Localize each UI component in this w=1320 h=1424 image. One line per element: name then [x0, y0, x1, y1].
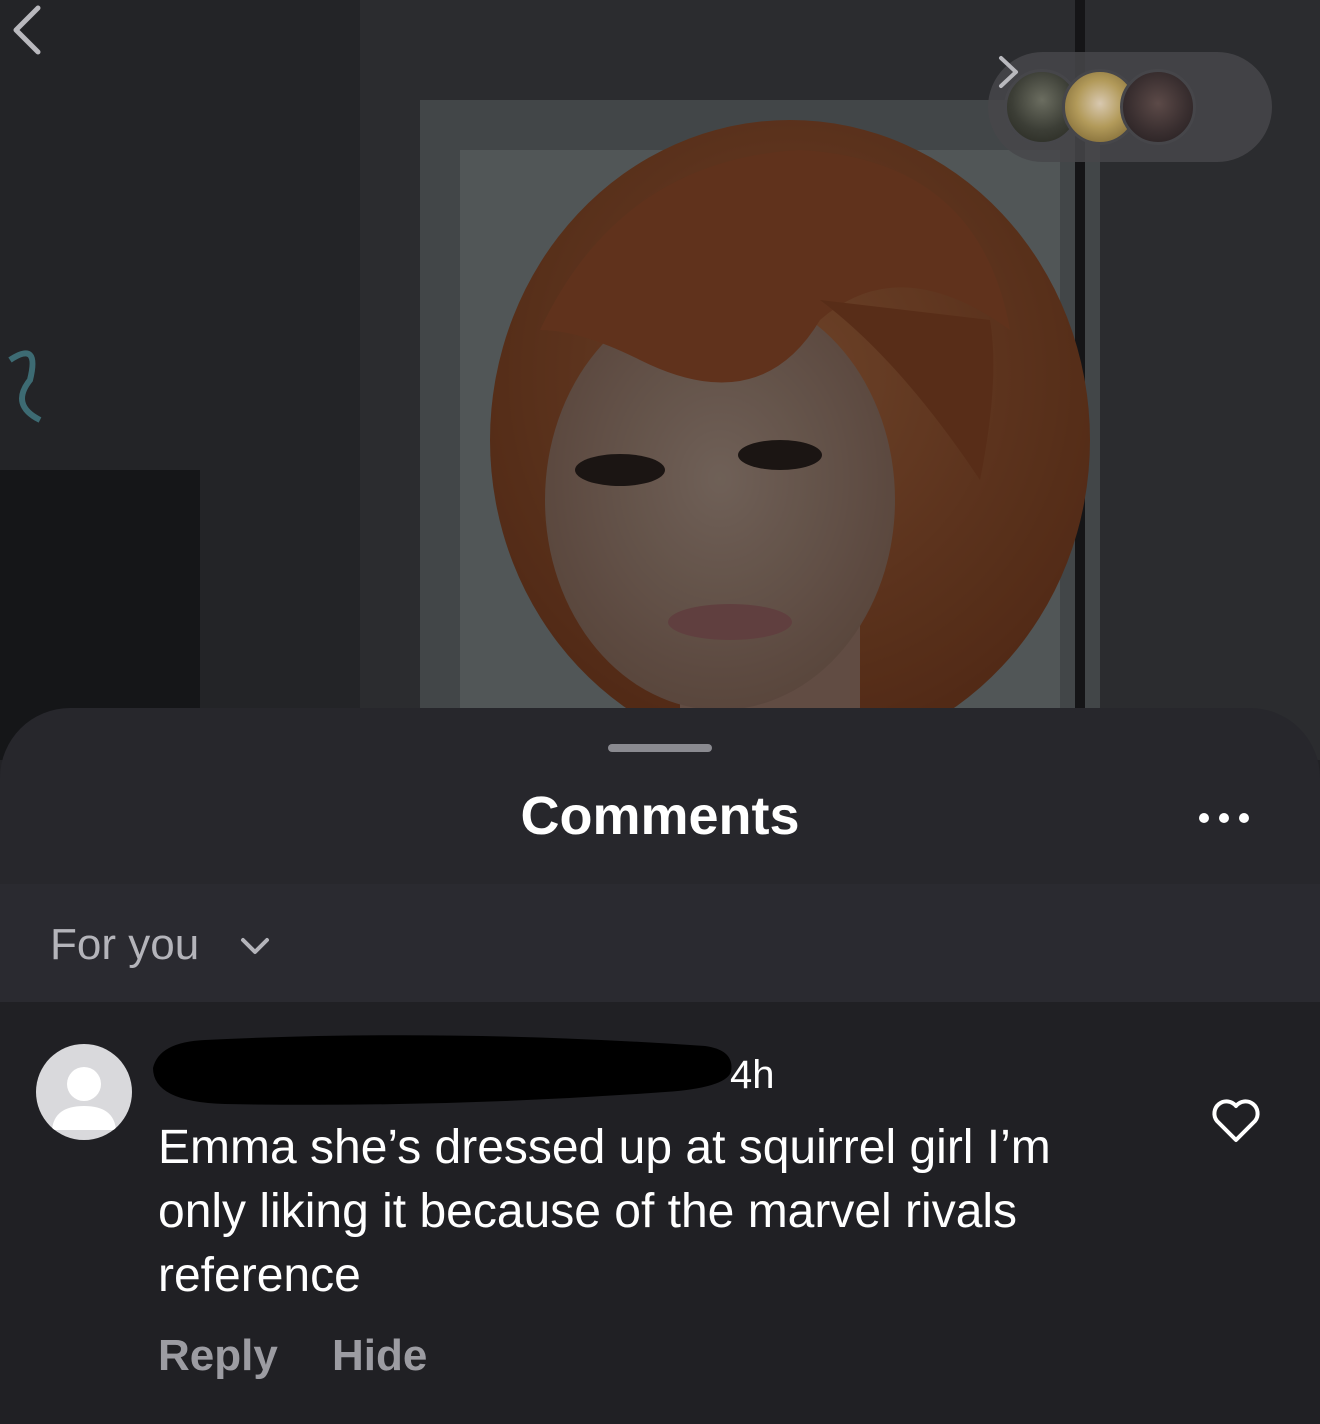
- chevron-right-icon: [999, 56, 1018, 88]
- hide-button[interactable]: Hide: [332, 1330, 427, 1382]
- comment-text: Emma she’s dressed up at squirrel girl I…: [158, 1121, 1051, 1302]
- story-photo: [0, 0, 1320, 760]
- chevron-left-icon[interactable]: [0, 0, 60, 60]
- comments-sheet: Comments For you 4h Emma she’s dressed u…: [0, 708, 1320, 1424]
- reply-button[interactable]: Reply: [158, 1330, 278, 1382]
- default-avatar-icon: [52, 1067, 116, 1130]
- comment-sort-filter[interactable]: For you: [0, 884, 1320, 1002]
- sheet-title: Comments: [520, 786, 800, 846]
- comment-timestamp: 4h: [730, 1053, 775, 1097]
- ellipsis-icon[interactable]: [1196, 808, 1252, 828]
- comment-item: 4h Emma she’s dressed up at squirrel gir…: [0, 1002, 1320, 1424]
- redacted-username: [153, 1035, 732, 1105]
- sheet-grabber[interactable]: [608, 744, 712, 752]
- heart-icon[interactable]: [1210, 1098, 1262, 1144]
- filter-label: For you: [50, 920, 200, 969]
- avatar[interactable]: [36, 1044, 132, 1140]
- viewer-avatar: [1120, 69, 1196, 145]
- chevron-down-icon: [241, 938, 269, 954]
- story-viewers-button[interactable]: [988, 52, 1272, 162]
